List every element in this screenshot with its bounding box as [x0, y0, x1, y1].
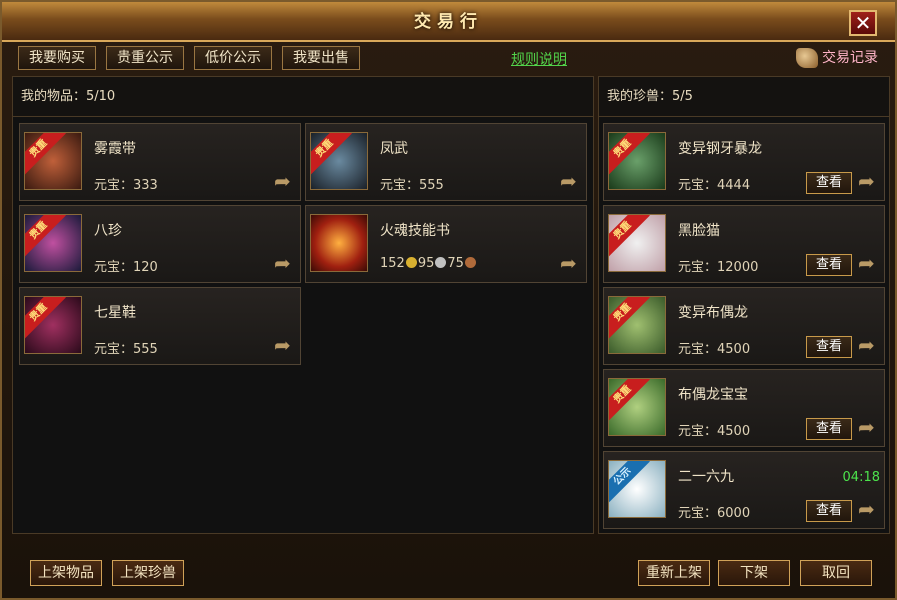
silver-coin-icon — [435, 257, 447, 268]
trade-log-button[interactable]: 交易记录 — [796, 46, 878, 72]
pet-name: 布偶龙宝宝 — [678, 387, 748, 403]
tab-valuable-notice[interactable]: 贵重公示 — [106, 46, 184, 70]
share-arrow-icon[interactable]: ➦ — [858, 334, 880, 356]
item-name: 凤武 — [380, 141, 408, 157]
item-price: 元宝：555 — [380, 178, 444, 193]
pets-panel-header: 我的珍兽：5/5 — [599, 77, 889, 117]
pet-price: 元宝：4444 — [678, 178, 751, 193]
item-name: 八珍 — [94, 223, 122, 239]
item-thumb — [310, 214, 368, 272]
share-arrow-icon[interactable]: ➦ — [858, 170, 880, 192]
item-price: 元宝：555 — [94, 342, 158, 357]
pet-price: 元宝：12000 — [678, 260, 759, 275]
tab-lowprice-notice[interactable]: 低价公示 — [194, 46, 272, 70]
view-button[interactable]: 查看 — [806, 336, 852, 358]
tab-buy[interactable]: 我要购买 — [18, 46, 96, 70]
tab-sell[interactable]: 我要出售 — [282, 46, 360, 70]
pet-price: 元宝：4500 — [678, 424, 751, 439]
title-bar: 交易行 ✕ — [2, 2, 895, 42]
view-button[interactable]: 查看 — [806, 172, 852, 194]
countdown-timer: 04:18 — [842, 470, 880, 485]
pet-card[interactable]: 公示 二一六九 04:18 元宝：6000 查看 ➦ — [603, 451, 885, 529]
badge-label: 贵重 — [25, 215, 66, 258]
share-arrow-icon[interactable]: ➦ — [560, 252, 582, 274]
pet-name: 二一六九 — [678, 469, 734, 485]
share-arrow-icon[interactable]: ➦ — [858, 416, 880, 438]
window-title: 交易行 — [414, 12, 483, 32]
gold-amount: 152 — [380, 256, 405, 271]
items-panel-header: 我的物品：5/10 — [13, 77, 593, 117]
pet-price: 元宝：4500 — [678, 342, 751, 357]
item-price: 元宝：333 — [94, 178, 158, 193]
pet-name: 黑脸猫 — [678, 223, 720, 239]
view-button[interactable]: 查看 — [806, 418, 852, 440]
rules-link[interactable]: 规则说明 — [511, 49, 567, 69]
item-price: 152 95 75 — [380, 256, 477, 271]
silver-amount: 95 — [417, 256, 435, 271]
pet-card[interactable]: 贵重 变异布偶龙 元宝：4500 查看 ➦ — [603, 287, 885, 365]
relist-button[interactable]: 重新上架 — [638, 560, 710, 586]
pet-name: 变异布偶龙 — [678, 305, 748, 321]
badge-label: 贵重 — [609, 379, 650, 422]
badge-label: 贵重 — [25, 297, 66, 340]
item-price: 元宝：120 — [94, 260, 158, 275]
gold-coin-icon — [405, 257, 417, 268]
share-arrow-icon[interactable]: ➦ — [560, 170, 582, 192]
item-card[interactable]: 贵重 雾霞带 元宝：333 ➦ — [19, 123, 301, 201]
pet-name: 变异钢牙暴龙 — [678, 141, 762, 157]
pet-thumb: 公示 — [608, 460, 666, 518]
badge-label: 公示 — [609, 461, 650, 504]
item-thumb: 贵重 — [24, 132, 82, 190]
trade-window: 交易行 ✕ 我要购买 贵重公示 低价公示 我要出售 规则说明 交易记录 我的物品… — [0, 0, 897, 600]
item-card[interactable]: 贵重 七星鞋 元宝：555 ➦ — [19, 287, 301, 365]
share-arrow-icon[interactable]: ➦ — [858, 498, 880, 520]
badge-label: 贵重 — [609, 297, 650, 340]
close-button[interactable]: ✕ — [849, 10, 877, 36]
item-card[interactable]: 火魂技能书 152 95 75 ➦ — [305, 205, 587, 283]
item-thumb: 贵重 — [310, 132, 368, 190]
item-name: 雾霞带 — [94, 141, 136, 157]
copper-amount: 75 — [447, 256, 464, 271]
view-button[interactable]: 查看 — [806, 254, 852, 276]
pet-card[interactable]: 贵重 变异钢牙暴龙 元宝：4444 查看 ➦ — [603, 123, 885, 201]
list-item-button[interactable]: 上架物品 — [30, 560, 102, 586]
items-panel: 我的物品：5/10 贵重 雾霞带 元宝：333 ➦ 贵重 凤武 元宝：555 ➦… — [12, 76, 594, 534]
item-thumb: 贵重 — [24, 214, 82, 272]
pet-thumb: 贵重 — [608, 378, 666, 436]
trade-log-label: 交易记录 — [822, 50, 878, 66]
pet-card[interactable]: 贵重 布偶龙宝宝 元宝：4500 查看 ➦ — [603, 369, 885, 447]
list-pet-button[interactable]: 上架珍兽 — [112, 560, 184, 586]
badge-label: 贵重 — [609, 133, 650, 176]
scroll-icon — [796, 48, 818, 68]
share-arrow-icon[interactable]: ➦ — [274, 334, 296, 356]
pet-thumb: 贵重 — [608, 214, 666, 272]
pets-panel: 我的珍兽：5/5 贵重 变异钢牙暴龙 元宝：4444 查看 ➦ 贵重 黑脸猫 元… — [598, 76, 890, 534]
pet-price: 元宝：6000 — [678, 506, 751, 521]
share-arrow-icon[interactable]: ➦ — [274, 170, 296, 192]
copper-coin-icon — [464, 257, 476, 268]
delist-button[interactable]: 下架 — [718, 560, 790, 586]
share-arrow-icon[interactable]: ➦ — [858, 252, 880, 274]
pet-card[interactable]: 贵重 黑脸猫 元宝：12000 查看 ➦ — [603, 205, 885, 283]
badge-label: 贵重 — [609, 215, 650, 258]
item-thumb: 贵重 — [24, 296, 82, 354]
item-name: 火魂技能书 — [380, 223, 450, 239]
badge-label: 贵重 — [25, 133, 66, 176]
pet-thumb: 贵重 — [608, 132, 666, 190]
view-button[interactable]: 查看 — [806, 500, 852, 522]
item-name: 七星鞋 — [94, 305, 136, 321]
item-card[interactable]: 贵重 八珍 元宝：120 ➦ — [19, 205, 301, 283]
pet-thumb: 贵重 — [608, 296, 666, 354]
retrieve-button[interactable]: 取回 — [800, 560, 872, 586]
item-card[interactable]: 贵重 凤武 元宝：555 ➦ — [305, 123, 587, 201]
badge-label: 贵重 — [311, 133, 352, 176]
share-arrow-icon[interactable]: ➦ — [274, 252, 296, 274]
